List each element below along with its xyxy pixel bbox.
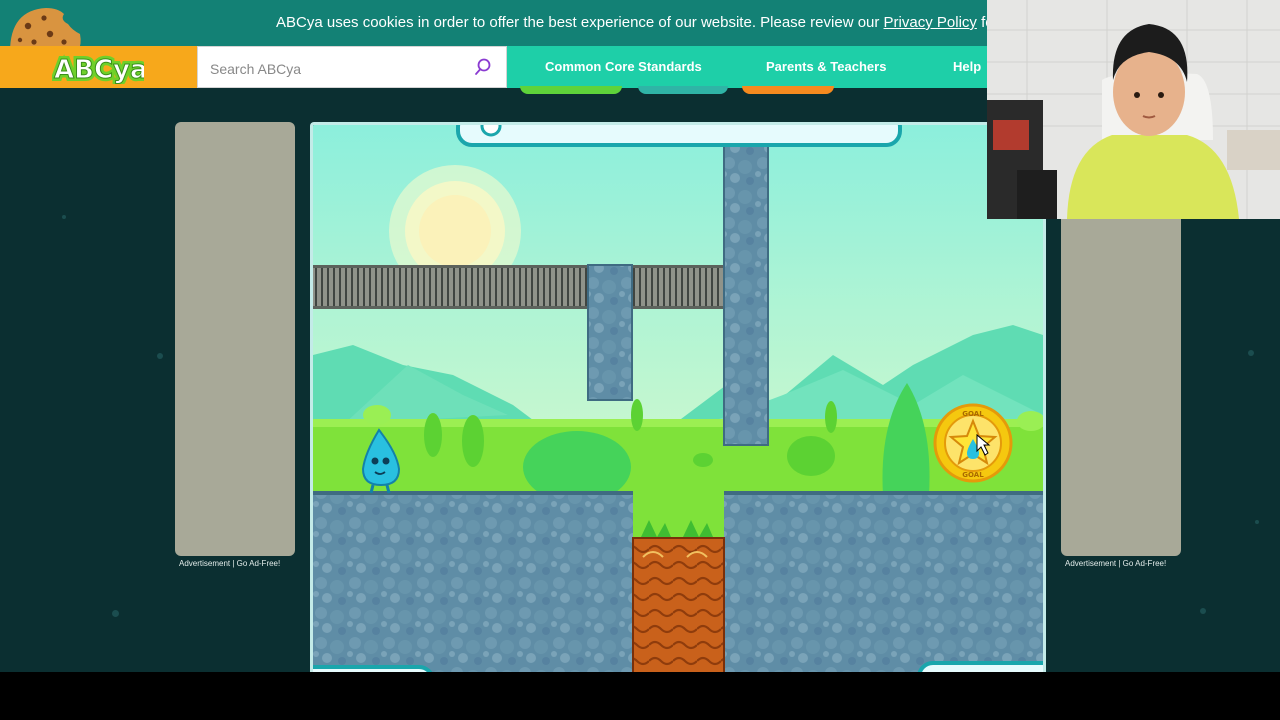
nav-help[interactable]: Help [953,46,981,88]
right-ad-label[interactable]: Advertisement | Go Ad-Free! [1065,559,1166,568]
nav-common-core-standards[interactable]: Common Core Standards [545,46,702,88]
search-input[interactable] [208,57,462,81]
letterbox-bar [0,672,1280,720]
site-header: ABCya ABCya Common Core Standards Parent… [0,46,988,88]
nav-parents-teachers[interactable]: Parents & Teachers [766,46,886,88]
category-tab-green[interactable] [520,86,622,94]
goal-label-top: GOAL [962,410,984,418]
goal-star-icon[interactable]: GOAL GOAL [933,403,1013,483]
logo-area: ABCya ABCya [0,46,197,88]
game-scene: GOAL GOAL [313,125,1043,672]
search-box [197,46,507,88]
goal-label-bottom: GOAL [962,471,984,479]
svg-text:ABCya: ABCya [54,55,144,84]
bottom-right-hud-button[interactable] [917,661,1043,672]
cookie-banner: ABCya uses cookies in order to offer the… [0,0,988,46]
search-icon[interactable] [473,57,493,77]
category-tab-orange[interactable] [742,86,834,94]
cookie-message-text: ABCya uses cookies in order to offer the… [276,14,884,31]
left-advertisement[interactable] [175,122,295,556]
webcam-overlay [987,0,1280,219]
category-tab-teal[interactable] [638,86,728,94]
privacy-policy-link[interactable]: Privacy Policy [884,14,977,31]
abcya-logo[interactable]: ABCya ABCya [52,50,144,84]
cookie-message: ABCya uses cookies in order to offer the… [276,0,988,46]
left-ad-label[interactable]: Advertisement | Go Ad-Free! [179,559,280,568]
game-canvas[interactable]: GOAL GOAL [310,122,1046,672]
